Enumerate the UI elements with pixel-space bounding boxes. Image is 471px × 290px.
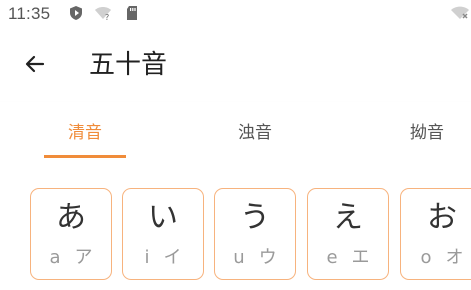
kana-reading: u ウ	[215, 245, 295, 271]
katakana: オ	[445, 247, 464, 268]
hiragana: え	[333, 200, 363, 235]
kana-reading: i イ	[123, 245, 203, 271]
wifi-x-icon	[450, 5, 470, 21]
kana-card-e[interactable]: え e エ	[307, 188, 389, 280]
romaji: o	[420, 247, 432, 268]
kana-card-u[interactable]: う u ウ	[214, 188, 296, 280]
toolbar: 五十音	[0, 30, 471, 102]
katakana: ア	[74, 247, 93, 268]
back-button[interactable]	[15, 46, 55, 86]
kana-reading: e エ	[308, 245, 388, 271]
tab-label: 拗音	[410, 122, 444, 143]
hiragana: い	[148, 200, 178, 235]
status-time: 11:35	[8, 4, 51, 23]
kana-card-i[interactable]: い i イ	[122, 188, 204, 280]
katakana: イ	[163, 247, 182, 268]
tab-seion[interactable]: 清音	[0, 102, 170, 158]
status-bar: 11:35 ?	[0, 0, 471, 30]
arrow-left-icon	[23, 52, 47, 80]
page-title: 五十音	[89, 50, 168, 80]
tab-dakuon[interactable]: 浊音	[170, 102, 340, 158]
romaji: i	[144, 247, 150, 268]
shield-icon	[68, 5, 84, 21]
sd-card-icon	[124, 5, 140, 21]
kana-reading: a ア	[31, 245, 111, 271]
wifi-question-icon: ?	[94, 5, 112, 22]
svg-text:?: ?	[105, 13, 109, 21]
tab-bar: 清音 浊音 拗音	[0, 102, 471, 158]
tab-label: 清音	[68, 122, 102, 143]
romaji: e	[326, 247, 338, 268]
tab-youon[interactable]: 拗音	[340, 102, 471, 158]
katakana: ウ	[258, 247, 277, 268]
kana-grid: あ a ア い i イ う u ウ え e エ お o オ	[0, 158, 471, 290]
hiragana: お	[427, 200, 457, 235]
tab-label: 浊音	[238, 122, 272, 143]
romaji: a	[49, 247, 61, 268]
katakana: エ	[351, 247, 370, 268]
hiragana: う	[240, 200, 270, 235]
kana-card-o[interactable]: お o オ	[400, 188, 471, 280]
kana-card-a[interactable]: あ a ア	[30, 188, 112, 280]
romaji: u	[233, 247, 245, 268]
hiragana: あ	[56, 200, 86, 235]
kana-reading: o オ	[401, 245, 471, 271]
